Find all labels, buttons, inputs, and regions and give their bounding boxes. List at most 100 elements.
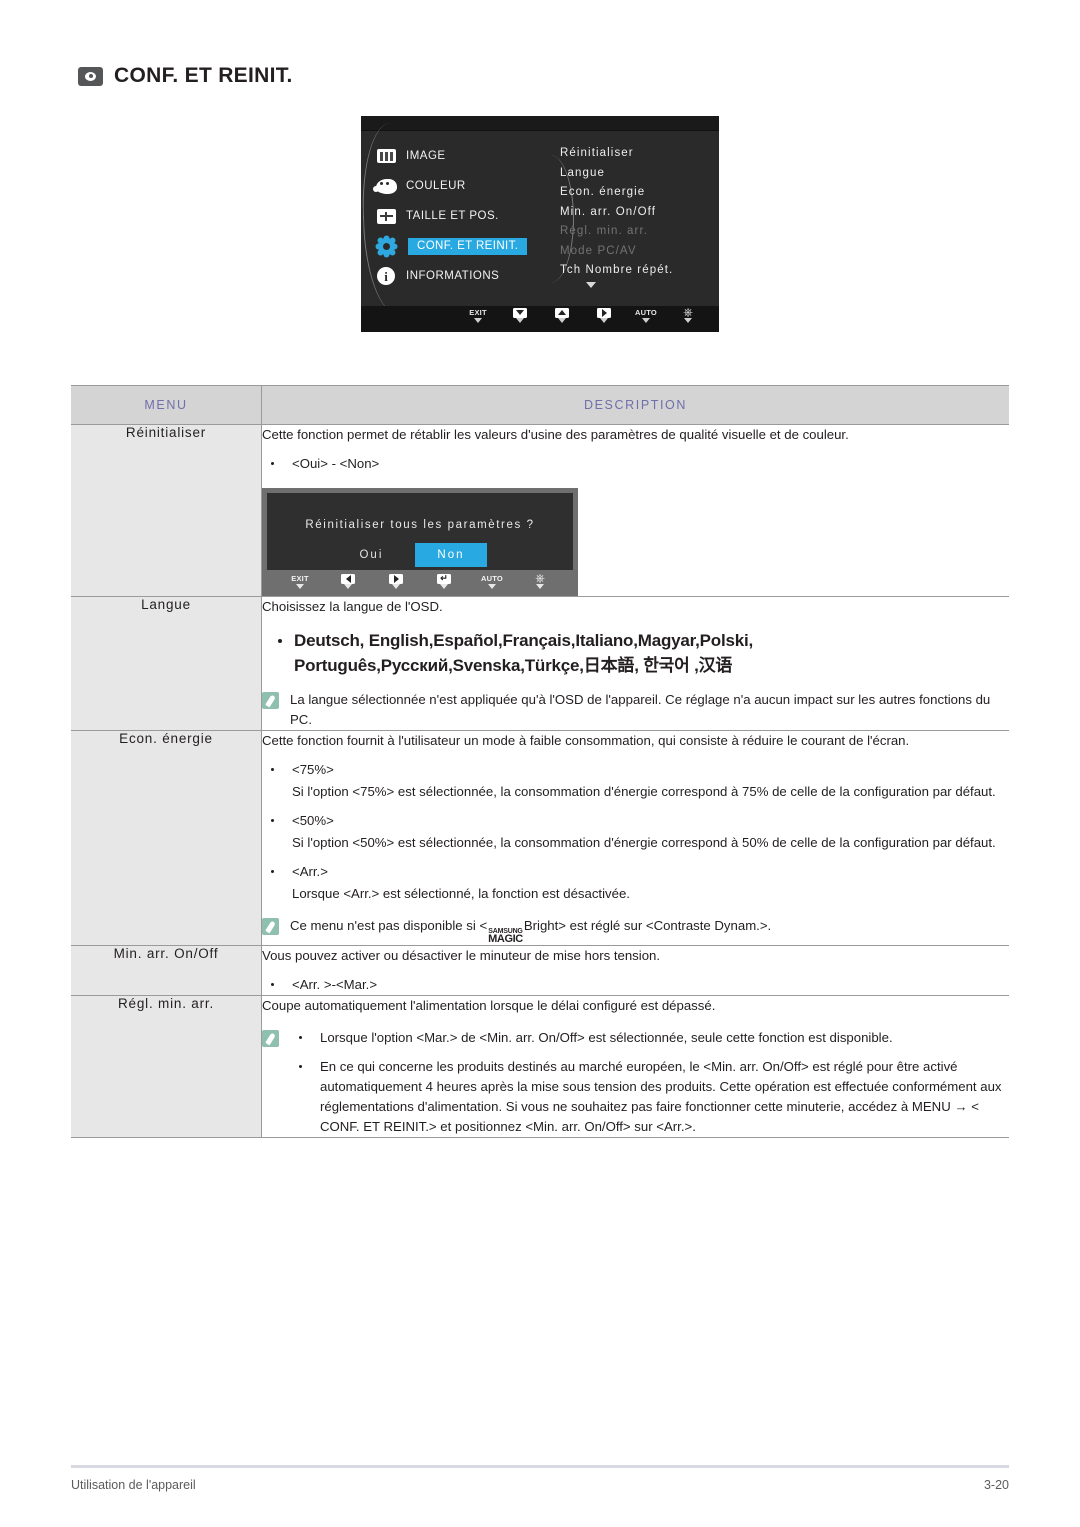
- caret-icon: [684, 318, 692, 323]
- note-pencil-icon: [262, 692, 279, 709]
- econ-bullet-75: <75%>: [262, 760, 1009, 780]
- osd-submenu-list: Réinitialiser Langue Econ. énergie Min. …: [560, 144, 710, 288]
- page-footer: Utilisation de l'appareil 3-20: [71, 1478, 1009, 1492]
- econ-note: Ce menu n'est pas disponible si < SAMSUNG…: [262, 916, 1009, 945]
- menu-cell-econ-energie: Econ. énergie: [71, 730, 262, 946]
- dialog-exit-button[interactable]: EXIT: [279, 572, 321, 589]
- osd-right-button[interactable]: [583, 306, 625, 323]
- desc-cell-min-arr-onoff: Vous pouvez activer ou désactiver le min…: [261, 945, 1009, 996]
- dialog-enter-button[interactable]: ↵: [423, 572, 465, 589]
- langue-list-line2: Português,Русский,Svenska,Türkçe,日本語, 한국…: [294, 656, 733, 675]
- caret-icon: [392, 584, 400, 589]
- minarr-bullet: <Arr. >-<Mar.>: [262, 975, 1009, 995]
- caret-icon: [600, 318, 608, 323]
- osd-submenu-tch-nombre-repet[interactable]: Tch Nombre répét.: [560, 261, 710, 281]
- osd-menu-informations[interactable]: i INFORMATIONS: [375, 261, 575, 291]
- osd-menu-taille-label: TAILLE ET POS.: [406, 210, 499, 222]
- osd-top-bar: [361, 116, 719, 131]
- dialog-power-button[interactable]: ⎈: [519, 572, 561, 589]
- caret-icon: [296, 584, 304, 589]
- osd-menu-image[interactable]: IMAGE: [375, 141, 575, 171]
- regl-note: Lorsque l'option <Mar.> de <Min. arr. On…: [262, 1028, 1009, 1137]
- osd-menu-couleur-label: COULEUR: [406, 180, 466, 192]
- osd-down-button[interactable]: [499, 306, 541, 323]
- osd-menu-couleur[interactable]: COULEUR: [372, 171, 575, 201]
- footer-section-label: Utilisation de l'appareil: [71, 1478, 196, 1492]
- regl-note-body: Lorsque l'option <Mar.> de <Min. arr. On…: [290, 1028, 1009, 1137]
- osd-screenshot: IMAGE COULEUR TAILLE ET POS. CONF. ET RE…: [361, 116, 719, 332]
- osd-up-button[interactable]: [541, 306, 583, 323]
- column-header-menu: MENU: [71, 385, 262, 425]
- regl-note-bullet-2: En ce qui concerne les produits destinés…: [290, 1057, 1009, 1137]
- econ-bullet-arr: <Arr.>: [262, 862, 1009, 882]
- desc-cell-langue: Choisissez la langue de l'OSD. Deutsch, …: [261, 596, 1009, 731]
- langue-list: Deutsch, English,Español,Français,Italia…: [262, 628, 1009, 678]
- desc-cell-regl-min-arr: Coupe automatiquement l'alimentation lor…: [262, 996, 1010, 1138]
- econ-intro: Cette fonction fournit à l'utilisateur u…: [262, 733, 910, 748]
- menu-description-table: MENU DESCRIPTION Réinitialiser Cette fon…: [71, 385, 1009, 1138]
- arrow-right-key-icon: [597, 307, 611, 318]
- caret-icon: [488, 584, 496, 589]
- reset-dialog-yes-button[interactable]: Oui: [353, 543, 389, 567]
- note-pencil-icon: [262, 918, 279, 935]
- dialog-right-button[interactable]: [375, 572, 417, 589]
- caret-icon: [474, 318, 482, 323]
- osd-exit-label: EXIT: [469, 308, 487, 317]
- reset-dialog-button-bar: EXIT ↵ AUTO ⎈: [267, 570, 573, 596]
- arrow-up-key-icon: [555, 307, 569, 318]
- osd-menu-taille-et-pos[interactable]: TAILLE ET POS.: [375, 201, 575, 231]
- footer-page-number: 3-20: [983, 1478, 1009, 1492]
- chevron-down-icon[interactable]: [586, 281, 596, 288]
- reset-dialog-choices: Oui Non: [267, 543, 573, 567]
- osd-menu-image-label: IMAGE: [406, 150, 446, 162]
- econ-note-post: Bright> est réglé sur <Contraste Dynam.>…: [523, 918, 772, 933]
- langue-intro: Choisissez la langue de l'OSD.: [262, 599, 443, 614]
- size-position-icon: [375, 207, 397, 226]
- reset-dialog-no-button[interactable]: Non: [415, 543, 487, 567]
- caret-icon: [344, 584, 352, 589]
- dialog-auto-label: AUTO: [481, 574, 503, 583]
- image-icon: [375, 147, 397, 166]
- osd-submenu-reinitialiser[interactable]: Réinitialiser: [560, 144, 710, 164]
- osd-submenu-econ-energie[interactable]: Econ. énergie: [560, 183, 710, 203]
- osd-menu-conf-et-reinit[interactable]: CONF. ET REINIT.: [375, 231, 575, 261]
- osd-body: IMAGE COULEUR TAILLE ET POS. CONF. ET RE…: [361, 121, 719, 315]
- reset-dialog-screenshot: Réinitialiser tous les paramètres ? Oui …: [262, 488, 1009, 596]
- osd-left-menu: IMAGE COULEUR TAILLE ET POS. CONF. ET RE…: [372, 141, 575, 291]
- minarr-intro: Vous pouvez activer ou désactiver le min…: [262, 948, 661, 963]
- page-title: CONF. ET REINIT.: [78, 64, 293, 88]
- dialog-exit-label: EXIT: [291, 574, 309, 583]
- table-row: Langue Choisissez la langue de l'OSD. De…: [71, 596, 1009, 731]
- gear-icon: [375, 237, 397, 256]
- page-title-text: CONF. ET REINIT.: [114, 64, 293, 87]
- osd-button-bar: EXIT AUTO ⎈: [361, 306, 719, 332]
- menu-cell-langue: Langue: [71, 596, 262, 731]
- osd-submenu-min-arr-onoff[interactable]: Min. arr. On/Off: [560, 203, 710, 223]
- caret-icon: [440, 584, 448, 589]
- samsung-magic-logo: SAMSUNG MAGIC: [488, 928, 523, 945]
- dialog-left-button[interactable]: [327, 572, 369, 589]
- regl-intro: Coupe automatiquement l'alimentation lor…: [262, 998, 716, 1013]
- osd-auto-button[interactable]: AUTO: [625, 306, 667, 323]
- reinit-intro: Cette fonction permet de rétablir les va…: [262, 427, 849, 442]
- osd-menu-informations-label: INFORMATIONS: [406, 270, 500, 282]
- monitor-eye-icon: [78, 66, 103, 86]
- osd-exit-button[interactable]: EXIT: [457, 306, 499, 323]
- osd-submenu-langue[interactable]: Langue: [560, 164, 710, 184]
- info-icon: i: [375, 267, 397, 286]
- econ-bullet-50: <50%>: [262, 811, 1009, 831]
- econ-note-pre: Ce menu n'est pas disponible si <: [290, 918, 488, 933]
- caret-icon: [516, 318, 524, 323]
- power-icon: ⎈: [683, 305, 693, 319]
- dialog-auto-button[interactable]: AUTO: [471, 572, 513, 589]
- reinit-bullet: <Oui> - <Non>: [262, 454, 1009, 474]
- osd-auto-label: AUTO: [635, 308, 657, 317]
- footer-divider: [71, 1465, 1009, 1468]
- caret-icon: [642, 318, 650, 323]
- desc-cell-econ-energie: Cette fonction fournit à l'utilisateur u…: [261, 730, 1009, 946]
- osd-menu-conf-label: CONF. ET REINIT.: [408, 237, 528, 255]
- reset-dialog-screen: Réinitialiser tous les paramètres ? Oui …: [267, 493, 573, 570]
- samsung-magic-logo-bottom: MAGIC: [488, 933, 523, 945]
- osd-power-button[interactable]: ⎈: [667, 306, 709, 323]
- caret-icon: [536, 584, 544, 589]
